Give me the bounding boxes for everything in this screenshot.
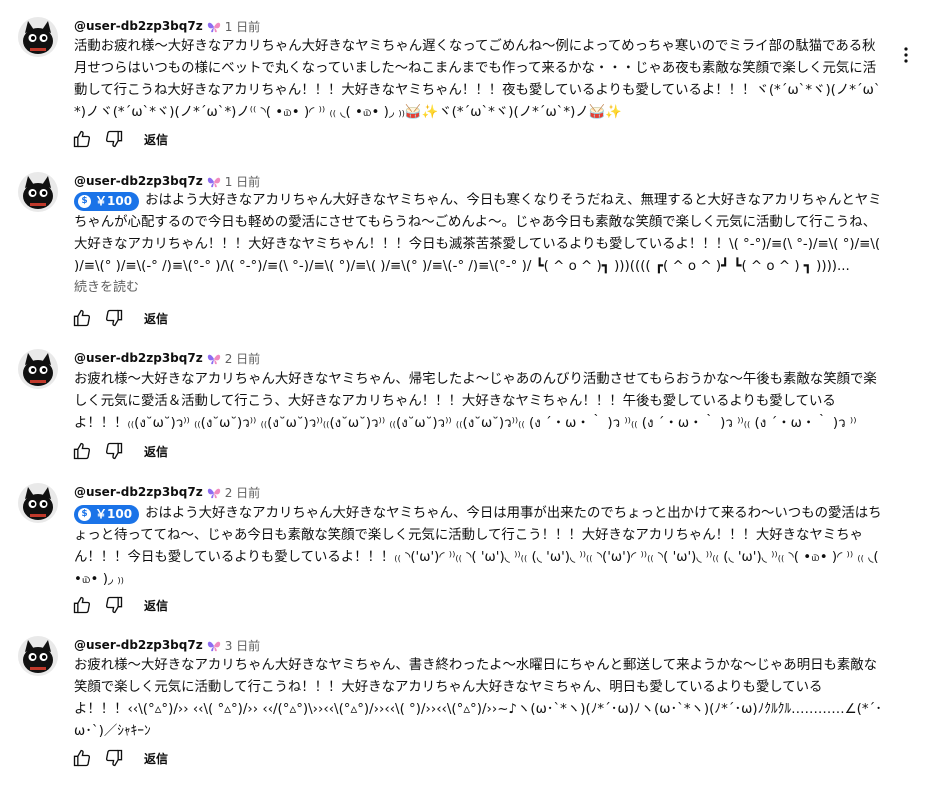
author-name[interactable]: @user-db2zp3bq7z xyxy=(74,174,203,188)
reply-button[interactable]: 返信 xyxy=(144,310,168,327)
thumbs-down-icon[interactable] xyxy=(102,746,126,770)
reply-button[interactable]: 返信 xyxy=(144,443,168,460)
butterfly-icon xyxy=(207,485,221,499)
coin-icon: $ xyxy=(78,508,91,521)
butterfly-icon xyxy=(207,638,221,652)
reply-button[interactable]: 返信 xyxy=(144,597,168,614)
butterfly-icon xyxy=(207,351,221,365)
comment-time[interactable]: 2 日前 xyxy=(225,350,260,367)
thumbs-up-icon[interactable] xyxy=(70,306,94,330)
author-name[interactable]: @user-db2zp3bq7z xyxy=(74,19,203,33)
comment-text: $ ￥100 おはよう大好きなアカリちゃん大好きなヤミちゃん、今日も寒くなりそうだね… xyxy=(74,190,886,278)
comment-actions: 返信 xyxy=(70,127,168,151)
comment-header: @user-db2zp3bq7z 1 日前 xyxy=(74,172,260,190)
comment-header: @user-db2zp3bq7z 1 日前 xyxy=(74,17,260,35)
superchat-badge: $ ￥100 xyxy=(74,505,140,524)
thumbs-up-icon[interactable] xyxy=(70,746,94,770)
avatar[interactable] xyxy=(18,636,58,676)
author-name[interactable]: @user-db2zp3bq7z xyxy=(74,638,203,652)
comment-header: @user-db2zp3bq7z 3 日前 xyxy=(74,636,260,654)
avatar[interactable] xyxy=(18,483,58,523)
thumbs-down-icon[interactable] xyxy=(102,439,126,463)
comment-actions: 返信 xyxy=(70,593,168,617)
black-cat-avatar-icon xyxy=(23,353,53,386)
coin-icon: $ xyxy=(78,195,91,208)
black-cat-avatar-icon xyxy=(23,21,53,54)
comment-body: おはよう大好きなアカリちゃん大好きなヤミちゃん、今日は用事が出来たのでちょっと出… xyxy=(74,506,882,587)
thumbs-down-icon[interactable] xyxy=(102,306,126,330)
avatar[interactable] xyxy=(18,349,58,389)
thumbs-up-icon[interactable] xyxy=(70,127,94,151)
avatar[interactable] xyxy=(18,172,58,212)
butterfly-icon xyxy=(207,174,221,188)
superchat-amount: ￥100 xyxy=(95,194,133,208)
black-cat-avatar-icon xyxy=(23,640,53,673)
comment-text: $ ￥100 おはよう大好きなアカリちゃん大好きなヤミちゃん、今日は用事が出来たので… xyxy=(74,503,886,591)
comment-time[interactable]: 3 日前 xyxy=(225,637,260,654)
more-vert-icon[interactable] xyxy=(894,43,918,67)
comment-header: @user-db2zp3bq7z 2 日前 xyxy=(74,483,260,501)
black-cat-avatar-icon xyxy=(23,176,53,209)
avatar[interactable] xyxy=(18,17,58,57)
read-more-link[interactable]: 続きを読む xyxy=(74,276,139,295)
reply-button[interactable]: 返信 xyxy=(144,750,168,767)
comment-actions: 返信 xyxy=(70,306,168,330)
comment-actions: 返信 xyxy=(70,439,168,463)
thumbs-down-icon[interactable] xyxy=(102,127,126,151)
comment-header: @user-db2zp3bq7z 2 日前 xyxy=(74,349,260,367)
thumbs-up-icon[interactable] xyxy=(70,593,94,617)
comment-time[interactable]: 1 日前 xyxy=(225,173,260,190)
comment-time[interactable]: 1 日前 xyxy=(225,18,260,35)
comment-text: お疲れ様〜大好きなアカリちゃん大好きなヤミちゃん、書き終わったよ〜水曜日にちゃん… xyxy=(74,658,882,739)
comment-body: おはよう大好きなアカリちゃん大好きなヤミちゃん、今日も寒くなりそうだねえ、無理す… xyxy=(74,193,882,274)
superchat-badge: $ ￥100 xyxy=(74,192,140,211)
author-name[interactable]: @user-db2zp3bq7z xyxy=(74,485,203,499)
black-cat-avatar-icon xyxy=(23,487,53,520)
author-name[interactable]: @user-db2zp3bq7z xyxy=(74,351,203,365)
comment-text: 活動お疲れ様〜大好きなアカリちゃん大好きなヤミちゃん遅くなってごめんね〜例によっ… xyxy=(74,39,881,120)
comment-text: お疲れ様〜大好きなアカリちゃん大好きなヤミちゃん、帰宅したよ〜じゃあのんびり活動… xyxy=(74,372,877,431)
superchat-amount: ￥100 xyxy=(95,507,133,521)
thumbs-up-icon[interactable] xyxy=(70,439,94,463)
thumbs-down-icon[interactable] xyxy=(102,593,126,617)
comment-time[interactable]: 2 日前 xyxy=(225,484,260,501)
reply-button[interactable]: 返信 xyxy=(144,131,168,148)
comment-actions: 返信 xyxy=(70,746,168,770)
butterfly-icon xyxy=(207,19,221,33)
